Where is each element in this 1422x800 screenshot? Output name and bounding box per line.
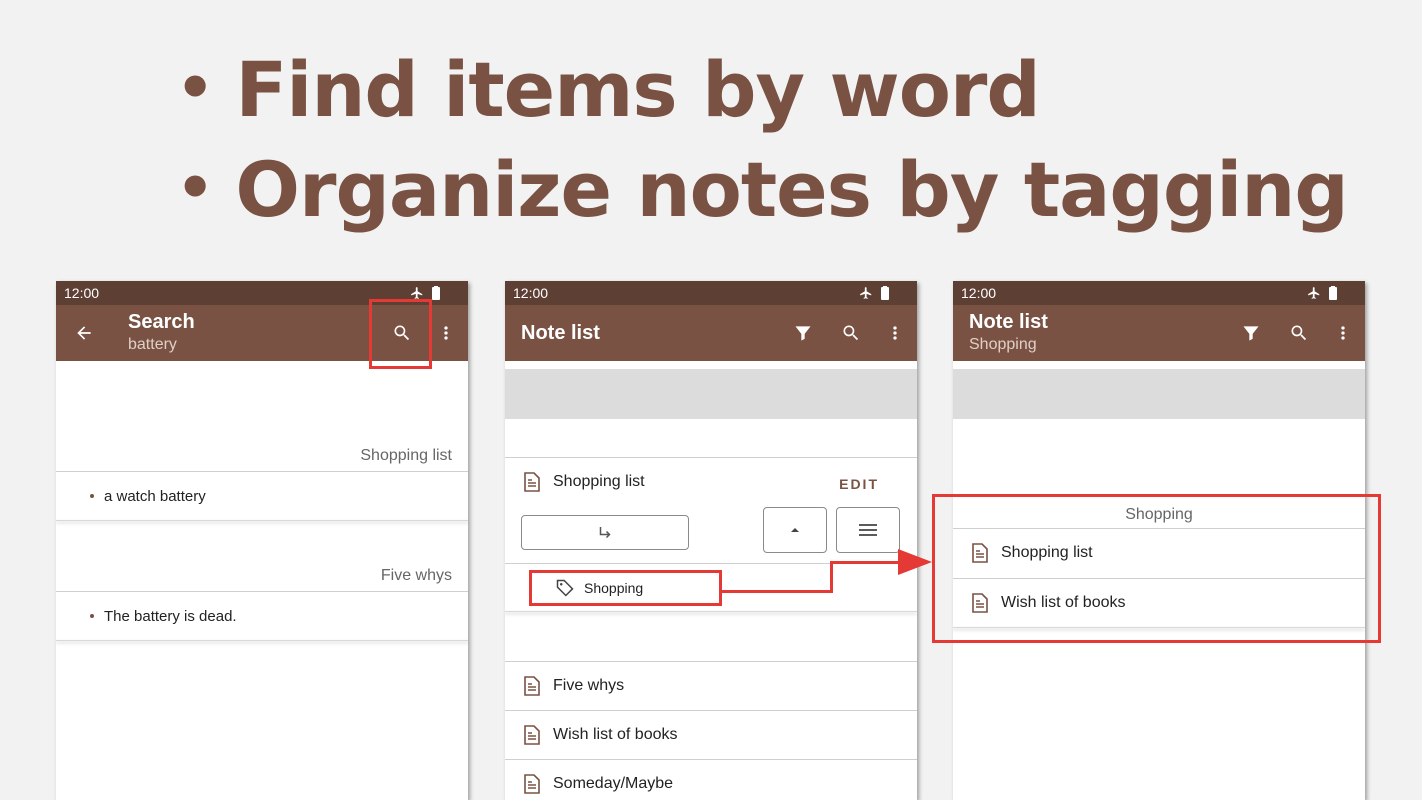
connector-line bbox=[722, 590, 833, 593]
page-title: Search bbox=[128, 311, 195, 333]
list-item[interactable]: a watch battery bbox=[56, 472, 468, 520]
document-icon bbox=[524, 472, 540, 492]
app-bar: Note list Shopping bbox=[953, 305, 1365, 361]
airplane-icon bbox=[1308, 287, 1320, 299]
note-title: Five whys bbox=[553, 677, 625, 694]
search-button[interactable] bbox=[1287, 321, 1311, 345]
airplane-icon bbox=[411, 287, 423, 299]
menu-button[interactable] bbox=[836, 507, 900, 553]
arrow-right-icon bbox=[898, 549, 932, 575]
filter-icon bbox=[1243, 326, 1259, 341]
back-button[interactable] bbox=[72, 321, 96, 345]
empty-band bbox=[505, 369, 917, 419]
bullet-dot bbox=[90, 614, 94, 618]
edit-button[interactable]: EDIT bbox=[839, 476, 879, 492]
move-button[interactable] bbox=[521, 515, 689, 550]
connector-line bbox=[830, 561, 900, 564]
empty-band bbox=[953, 369, 1365, 419]
note-title: Shopping list bbox=[553, 473, 645, 490]
item-text: The battery is dead. bbox=[104, 607, 237, 625]
document-icon bbox=[524, 774, 540, 794]
page-subtitle: battery bbox=[128, 336, 177, 353]
document-icon bbox=[524, 725, 540, 745]
headline-line-2: • Organize notes by tagging bbox=[176, 152, 1349, 228]
search-icon bbox=[843, 325, 859, 341]
bullet: • bbox=[176, 153, 214, 223]
status-time: 12:00 bbox=[961, 285, 997, 301]
page-subtitle: Shopping bbox=[969, 336, 1037, 353]
arrow-back-icon bbox=[77, 326, 91, 340]
item-text: a watch battery bbox=[104, 487, 206, 505]
note-title: Wish list of books bbox=[553, 726, 678, 743]
bullet: • bbox=[176, 53, 214, 123]
status-time: 12:00 bbox=[64, 285, 100, 301]
card-edge bbox=[505, 611, 917, 612]
overflow-menu-button[interactable] bbox=[883, 321, 907, 345]
card-edge bbox=[56, 640, 468, 641]
overflow-menu-button[interactable] bbox=[1331, 321, 1355, 345]
highlight-result-box bbox=[932, 494, 1381, 643]
status-bar: 12:00 bbox=[505, 281, 917, 305]
note-title: Someday/Maybe bbox=[553, 775, 674, 792]
note-row[interactable]: Someday/Maybe bbox=[505, 760, 917, 800]
headline-text-1: Find items by word bbox=[235, 45, 1040, 134]
more-vert-icon bbox=[1341, 326, 1345, 340]
document-icon bbox=[524, 676, 540, 696]
card-edge bbox=[56, 520, 468, 521]
page-title: Note list bbox=[969, 311, 1048, 333]
filter-button[interactable] bbox=[791, 321, 815, 345]
battery-icon bbox=[432, 286, 440, 300]
subdirectory-arrow-icon bbox=[599, 526, 611, 538]
note-row[interactable]: Wish list of books bbox=[505, 711, 917, 759]
more-vert-icon bbox=[444, 326, 448, 340]
overflow-menu-button[interactable] bbox=[434, 321, 458, 345]
headline-text-2: Organize notes by tagging bbox=[235, 145, 1348, 234]
list-item[interactable]: The battery is dead. bbox=[56, 592, 468, 640]
page-title: Note list bbox=[521, 321, 600, 344]
app-bar: Note list bbox=[505, 305, 917, 361]
filter-icon bbox=[795, 326, 811, 341]
battery-icon bbox=[881, 286, 889, 300]
highlight-tag-box bbox=[529, 570, 722, 606]
arrow-up-icon bbox=[791, 528, 799, 532]
more-vert-icon bbox=[893, 326, 897, 340]
menu-icon bbox=[859, 524, 877, 536]
group-header: Shopping list bbox=[360, 447, 452, 464]
search-icon bbox=[1291, 325, 1307, 341]
highlight-search-box bbox=[369, 299, 432, 369]
filter-button[interactable] bbox=[1239, 321, 1263, 345]
airplane-icon bbox=[860, 287, 872, 299]
note-row[interactable]: Five whys bbox=[505, 662, 917, 710]
headline-line-1: • Find items by word bbox=[176, 52, 1041, 128]
group-header: Five whys bbox=[380, 567, 452, 584]
status-bar: 12:00 bbox=[953, 281, 1365, 305]
phone-note-list-screen: 12:00 Note list Shopping list EDIT Shopp… bbox=[505, 281, 917, 800]
battery-icon bbox=[1329, 286, 1337, 300]
status-time: 12:00 bbox=[513, 285, 549, 301]
connector-line bbox=[830, 561, 833, 593]
move-up-button[interactable] bbox=[763, 507, 827, 553]
bullet-dot bbox=[90, 494, 94, 498]
search-button[interactable] bbox=[839, 321, 863, 345]
